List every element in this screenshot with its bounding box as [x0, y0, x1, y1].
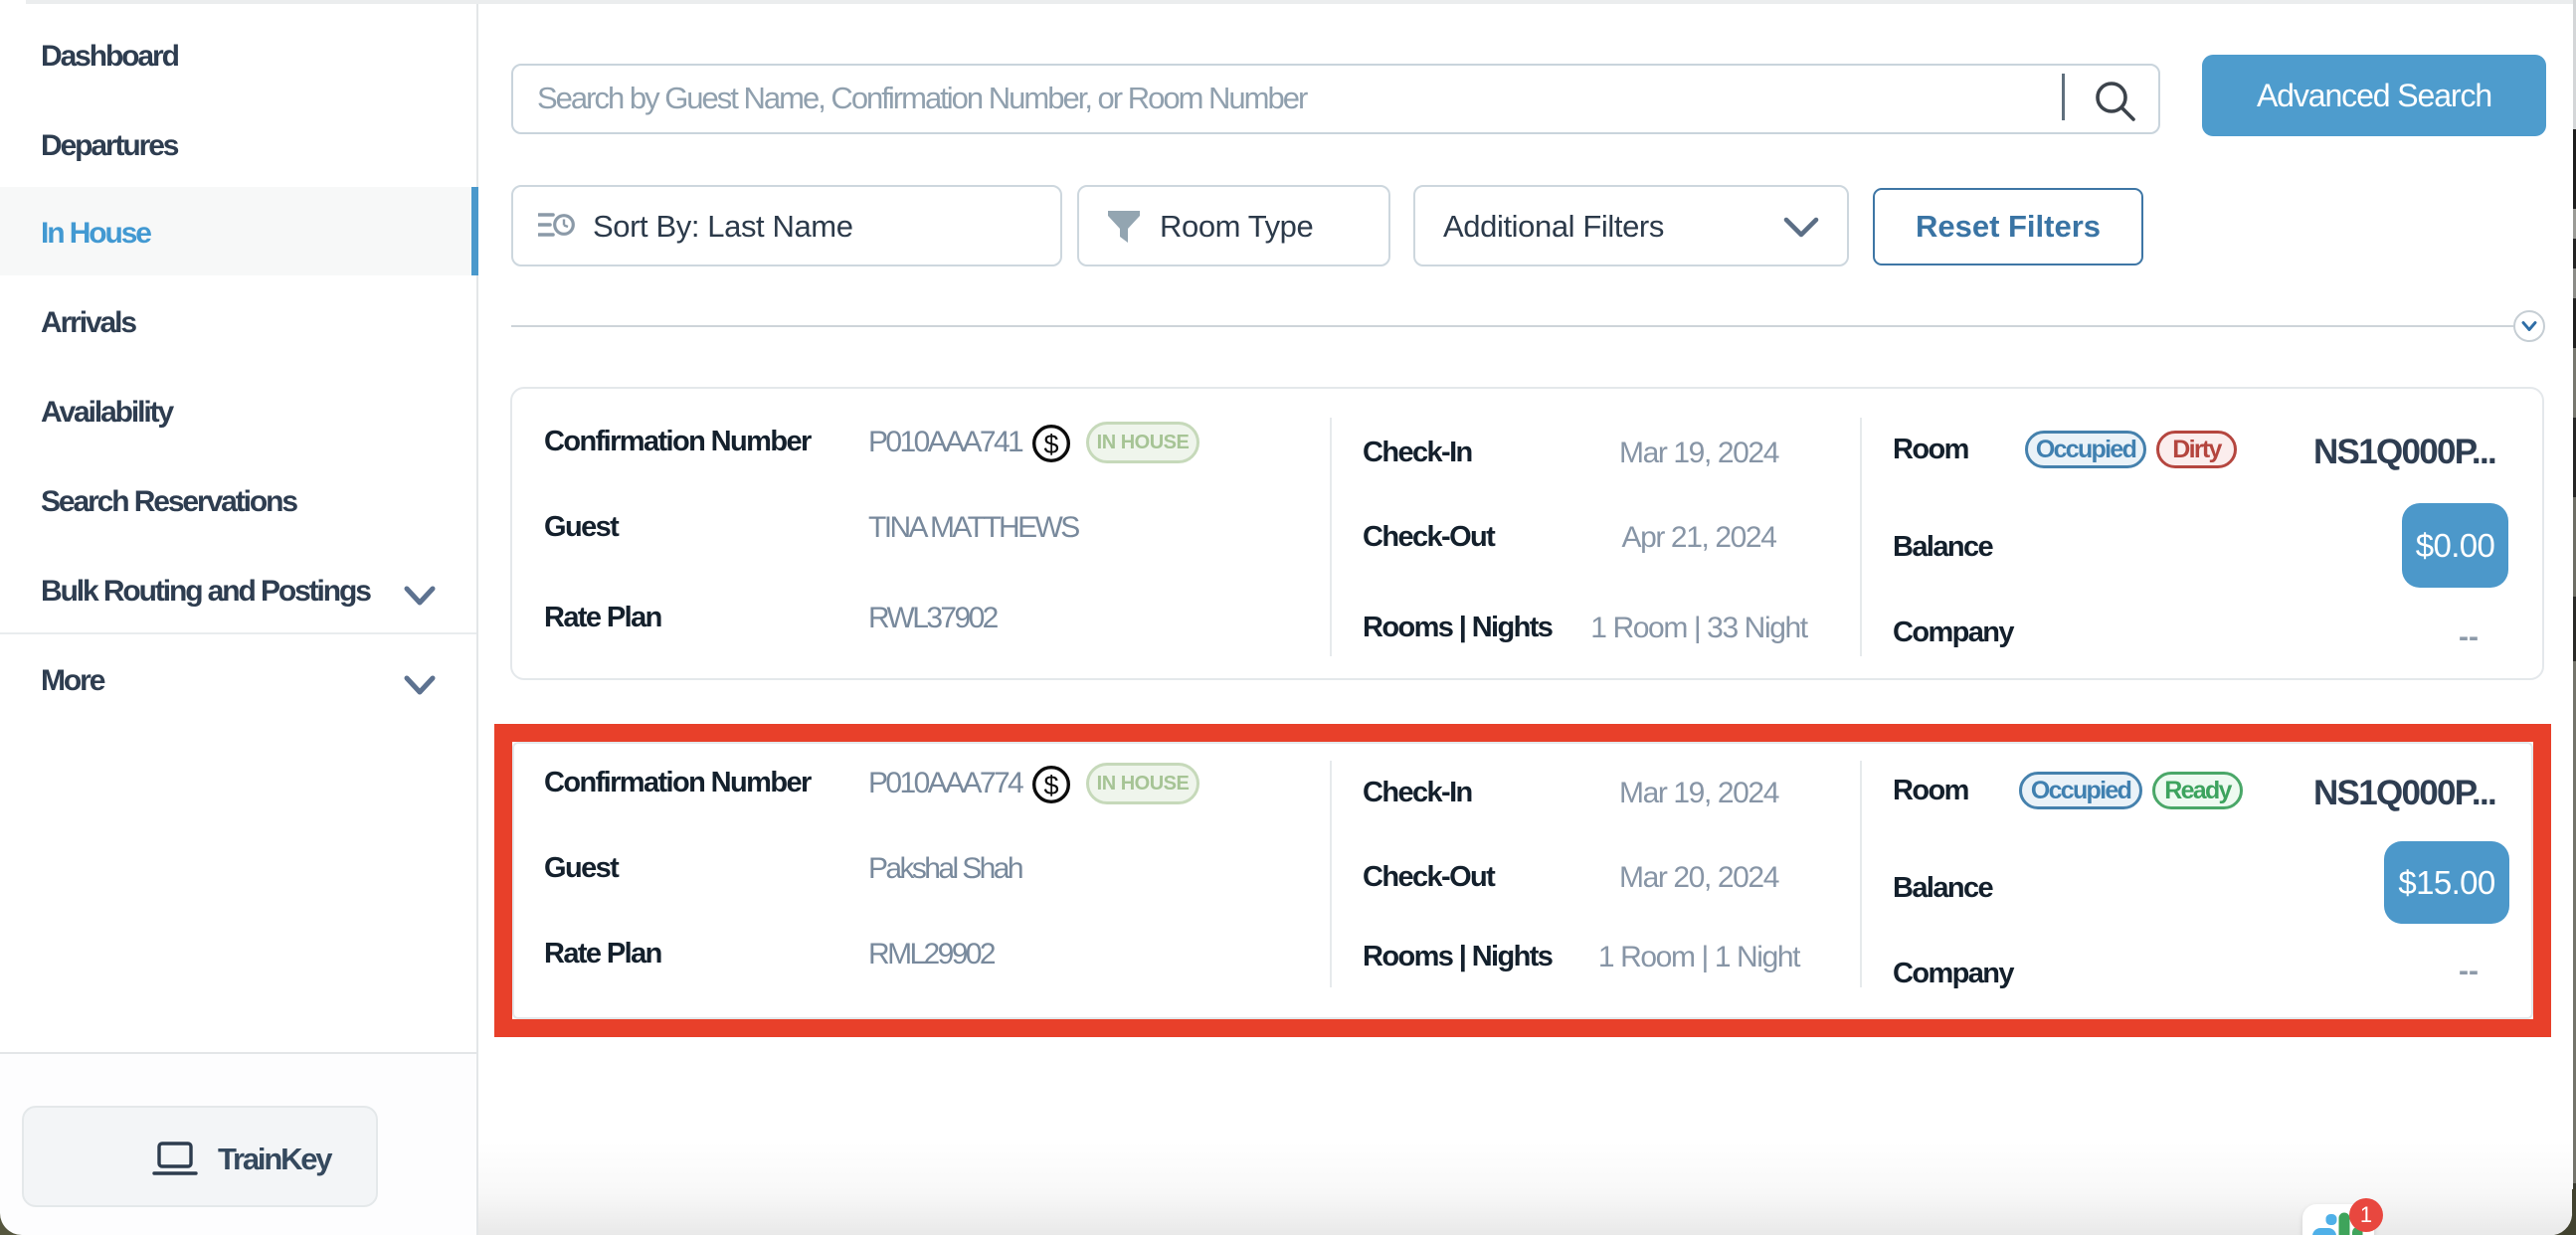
svg-text:$: $ [1043, 771, 1058, 800]
svg-text:$: $ [1043, 430, 1058, 459]
